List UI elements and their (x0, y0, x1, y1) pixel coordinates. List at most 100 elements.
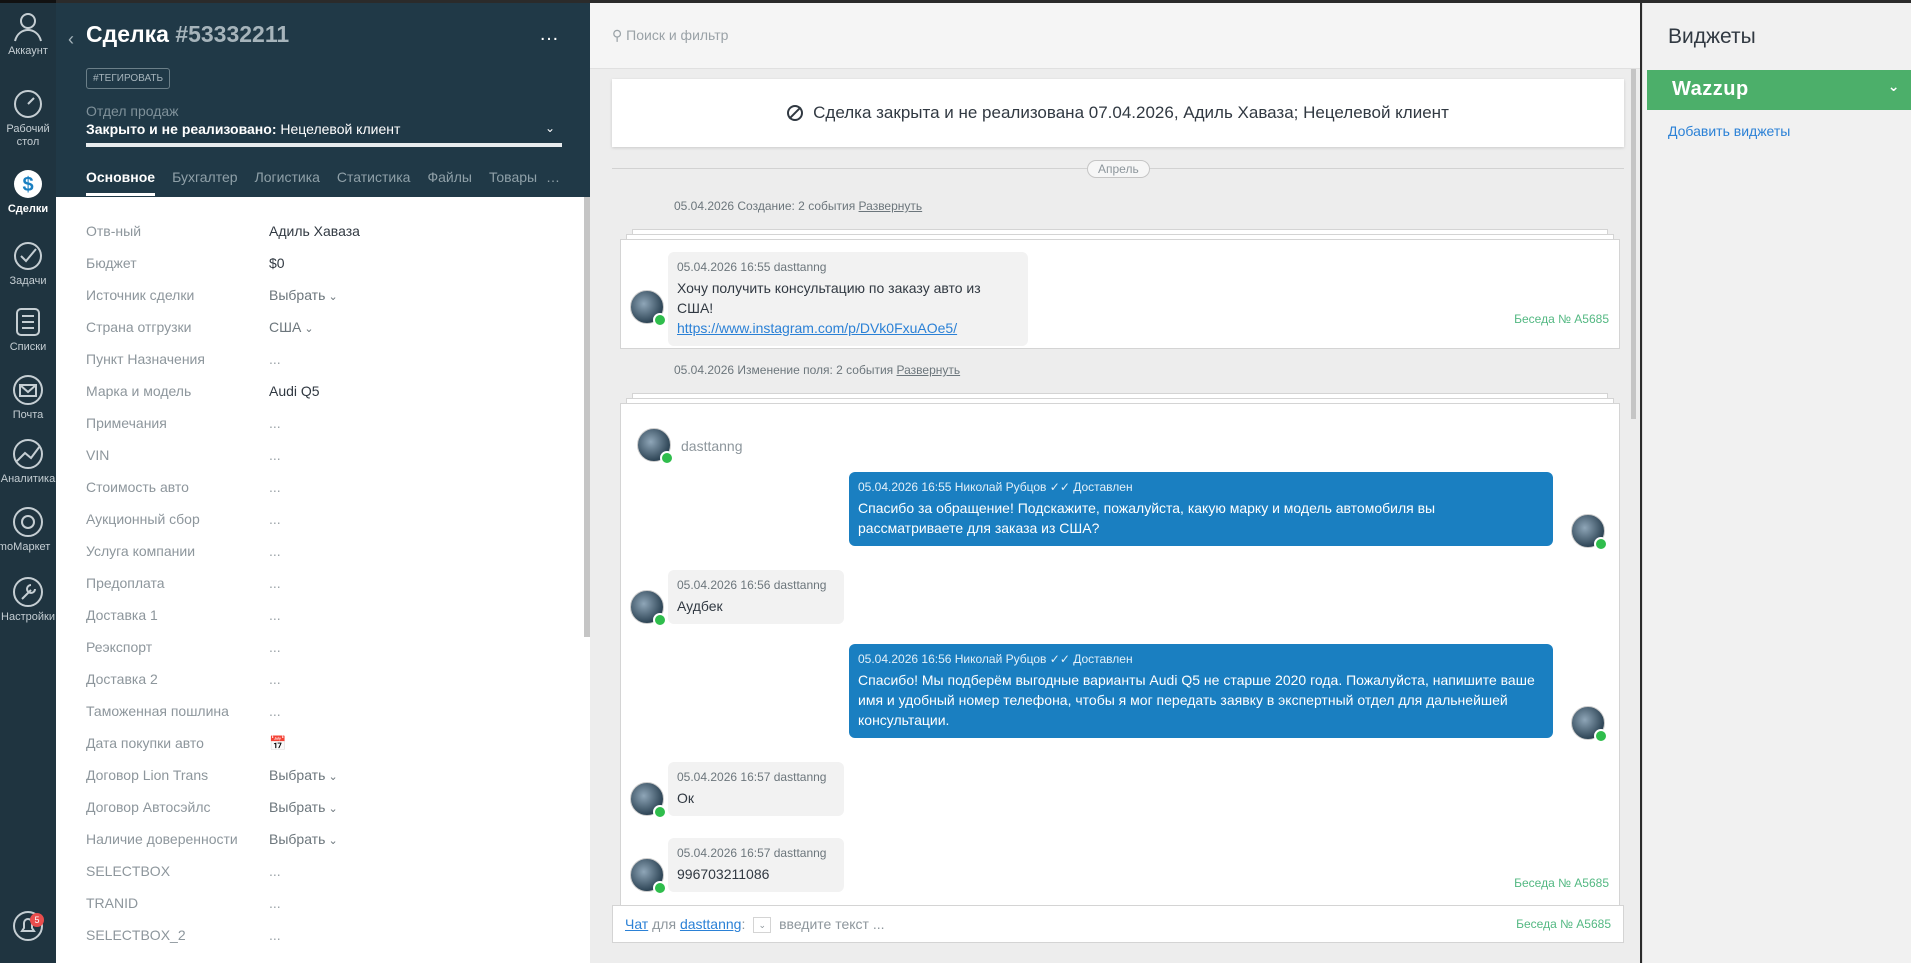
message-meta: 05.04.2026 16:57 dasttanng (677, 846, 827, 860)
field-value[interactable]: ... (269, 607, 281, 623)
avatar (637, 428, 674, 465)
nav-dashboard[interactable]: Рабочий стол (0, 87, 56, 149)
svg-text:$: $ (22, 174, 33, 196)
message-link[interactable]: https://www.instagram.com/p/DVk0FxuAOe5/ (677, 320, 957, 336)
wazzup-widget[interactable]: Wazzup ⌄ (1647, 70, 1911, 110)
notification-badge: 5 (30, 913, 44, 927)
field-value[interactable]: $0 (269, 255, 285, 271)
field-value[interactable]: ... (269, 863, 281, 879)
add-widgets-link[interactable]: Добавить виджеты (1668, 123, 1790, 139)
field-value[interactable]: 📅 (269, 735, 286, 752)
nav-settings[interactable]: Настройки (0, 575, 56, 624)
message-incoming: 05.04.2026 16:55 dasttanng Хочу получить… (668, 252, 1028, 346)
field-value[interactable]: ... (269, 895, 281, 911)
recipient-link[interactable]: dasttanng (680, 916, 742, 932)
deals-icon: $ (14, 170, 42, 198)
message-input[interactable]: введите текст ... (779, 916, 884, 932)
field-value[interactable]: ... (269, 927, 281, 943)
nav-account[interactable]: Аккаунт (0, 9, 56, 58)
search-input[interactable]: Поиск и фильтр (626, 27, 728, 43)
message-text: Ок (677, 790, 695, 806)
field-value[interactable]: ... (269, 639, 281, 655)
tab-products[interactable]: Товары (489, 169, 537, 196)
feed-scrollbar[interactable] (1631, 69, 1636, 419)
field-select[interactable]: Выбрать (269, 831, 338, 847)
nav-analytics[interactable]: Аналитика (0, 437, 56, 486)
whatsapp-icon (1594, 537, 1608, 551)
lists-icon (16, 308, 40, 336)
field-value[interactable]: ... (269, 351, 281, 367)
widgets-title: Виджеты (1668, 25, 1756, 48)
chevron-down-icon[interactable]: ⌄ (545, 121, 555, 135)
field-value[interactable]: ... (269, 415, 281, 431)
message-outgoing: 05.04.2026 16:56 Николай Рубцов ✓✓ Доста… (849, 644, 1553, 738)
field-value[interactable]: ... (269, 447, 281, 463)
field-value[interactable]: ... (269, 575, 281, 591)
more-menu-icon[interactable]: … (539, 23, 560, 46)
field-value[interactable]: Адиль Хаваза (269, 223, 360, 239)
tab-files[interactable]: Файлы (427, 169, 471, 196)
field-label: Предоплата (86, 575, 165, 591)
field-select[interactable]: Выбрать (269, 287, 338, 303)
settings-icon (13, 577, 43, 607)
chevron-down-icon[interactable]: ⌄ (1888, 78, 1900, 95)
tab-logistics[interactable]: Логистика (255, 169, 320, 196)
conversation-number[interactable]: Беседа № A5685 (1514, 876, 1609, 890)
nav-mail[interactable]: Почта (0, 373, 56, 422)
field-label: SELECTBOX_2 (86, 927, 186, 943)
field-value[interactable]: ... (269, 543, 281, 559)
message-text: Хочу получить консультацию по заказу авт… (677, 280, 981, 316)
field-value[interactable]: ... (269, 479, 281, 495)
nav-account-label: Аккаунт (8, 45, 48, 57)
card-field-row: Услуга компании... (86, 535, 590, 567)
field-label: VIN (86, 447, 110, 463)
back-arrow-icon[interactable]: ‹ (68, 29, 74, 50)
card-field-row: Бюджет $0 (86, 247, 590, 279)
event-create: 05.04.2026 Создание: 2 события Развернут… (674, 199, 922, 213)
chevron-down-icon[interactable]: ⌄ (753, 917, 772, 934)
composer-conversation-number[interactable]: Беседа № A5685 (1516, 917, 1611, 931)
whatsapp-icon (660, 451, 674, 465)
expand-link[interactable]: Развернуть (859, 199, 923, 213)
message-meta: 05.04.2026 16:55 Николай Рубцов ✓✓ Доста… (858, 480, 1133, 494)
field-value[interactable]: ... (269, 703, 281, 719)
nav-tasks[interactable]: Задачи (0, 239, 56, 288)
conversation-number[interactable]: Беседа № A5685 (1514, 312, 1609, 326)
deal-title[interactable]: Сделка #53332211 (86, 21, 289, 48)
field-value[interactable]: Audi Q5 (269, 383, 320, 399)
card-field-row: Аукционный сбор... (86, 503, 590, 535)
field-label: Наличие доверенности (86, 831, 238, 847)
message-text: Спасибо за обращение! Подскажите, пожалу… (858, 500, 1436, 536)
search-icon: ⚲ (612, 27, 623, 43)
tab-accounting[interactable]: Бухгалтер (172, 169, 237, 196)
left-nav: Аккаунт Рабочий стол $ Сделки Задачи Спис… (0, 0, 56, 963)
tab-statistics[interactable]: Статистика (337, 169, 411, 196)
wazzup-label: Wazzup (1672, 78, 1749, 100)
expand-link[interactable]: Развернуть (897, 363, 961, 377)
field-label: Марка и модель (86, 383, 192, 399)
card-tabs: Основное Бухгалтер Логистика Статистика … (86, 169, 554, 196)
field-select[interactable]: Выбрать (269, 799, 338, 815)
nav-settings-label: Настройки (1, 611, 55, 623)
tag-button[interactable]: #ТЕГИРОВАТЬ (86, 68, 171, 89)
message-composer[interactable]: Чат для dasttanng: ⌄ введите текст ... Б… (612, 905, 1624, 943)
card-field-row: Пункт Назначения... (86, 343, 590, 375)
nav-market[interactable]: amoМаркет (0, 505, 56, 554)
field-select[interactable]: Выбрать (269, 767, 338, 783)
card-field-row: Примечания... (86, 407, 590, 439)
whatsapp-icon (653, 313, 667, 327)
search-bar[interactable]: ⚲ Поиск и фильтр (590, 3, 1640, 69)
nav-notifications[interactable]: 5 (0, 909, 56, 945)
field-select[interactable]: США (269, 319, 314, 335)
tabs-more-icon[interactable]: … (546, 169, 560, 185)
nav-lists[interactable]: Списки (0, 305, 56, 354)
field-value[interactable]: ... (269, 511, 281, 527)
field-label: Реэкспорт (86, 639, 153, 655)
pipeline-progress-bar (86, 143, 562, 147)
pipeline-status[interactable]: Закрыто и не реализовано: Нецелевой клие… (86, 121, 562, 137)
chat-type-link[interactable]: Чат (625, 916, 648, 932)
nav-deals[interactable]: $ Сделки (0, 167, 56, 216)
message-text: 996703211086 (677, 866, 770, 882)
tab-main[interactable]: Основное (86, 169, 156, 196)
field-value[interactable]: ... (269, 671, 281, 687)
